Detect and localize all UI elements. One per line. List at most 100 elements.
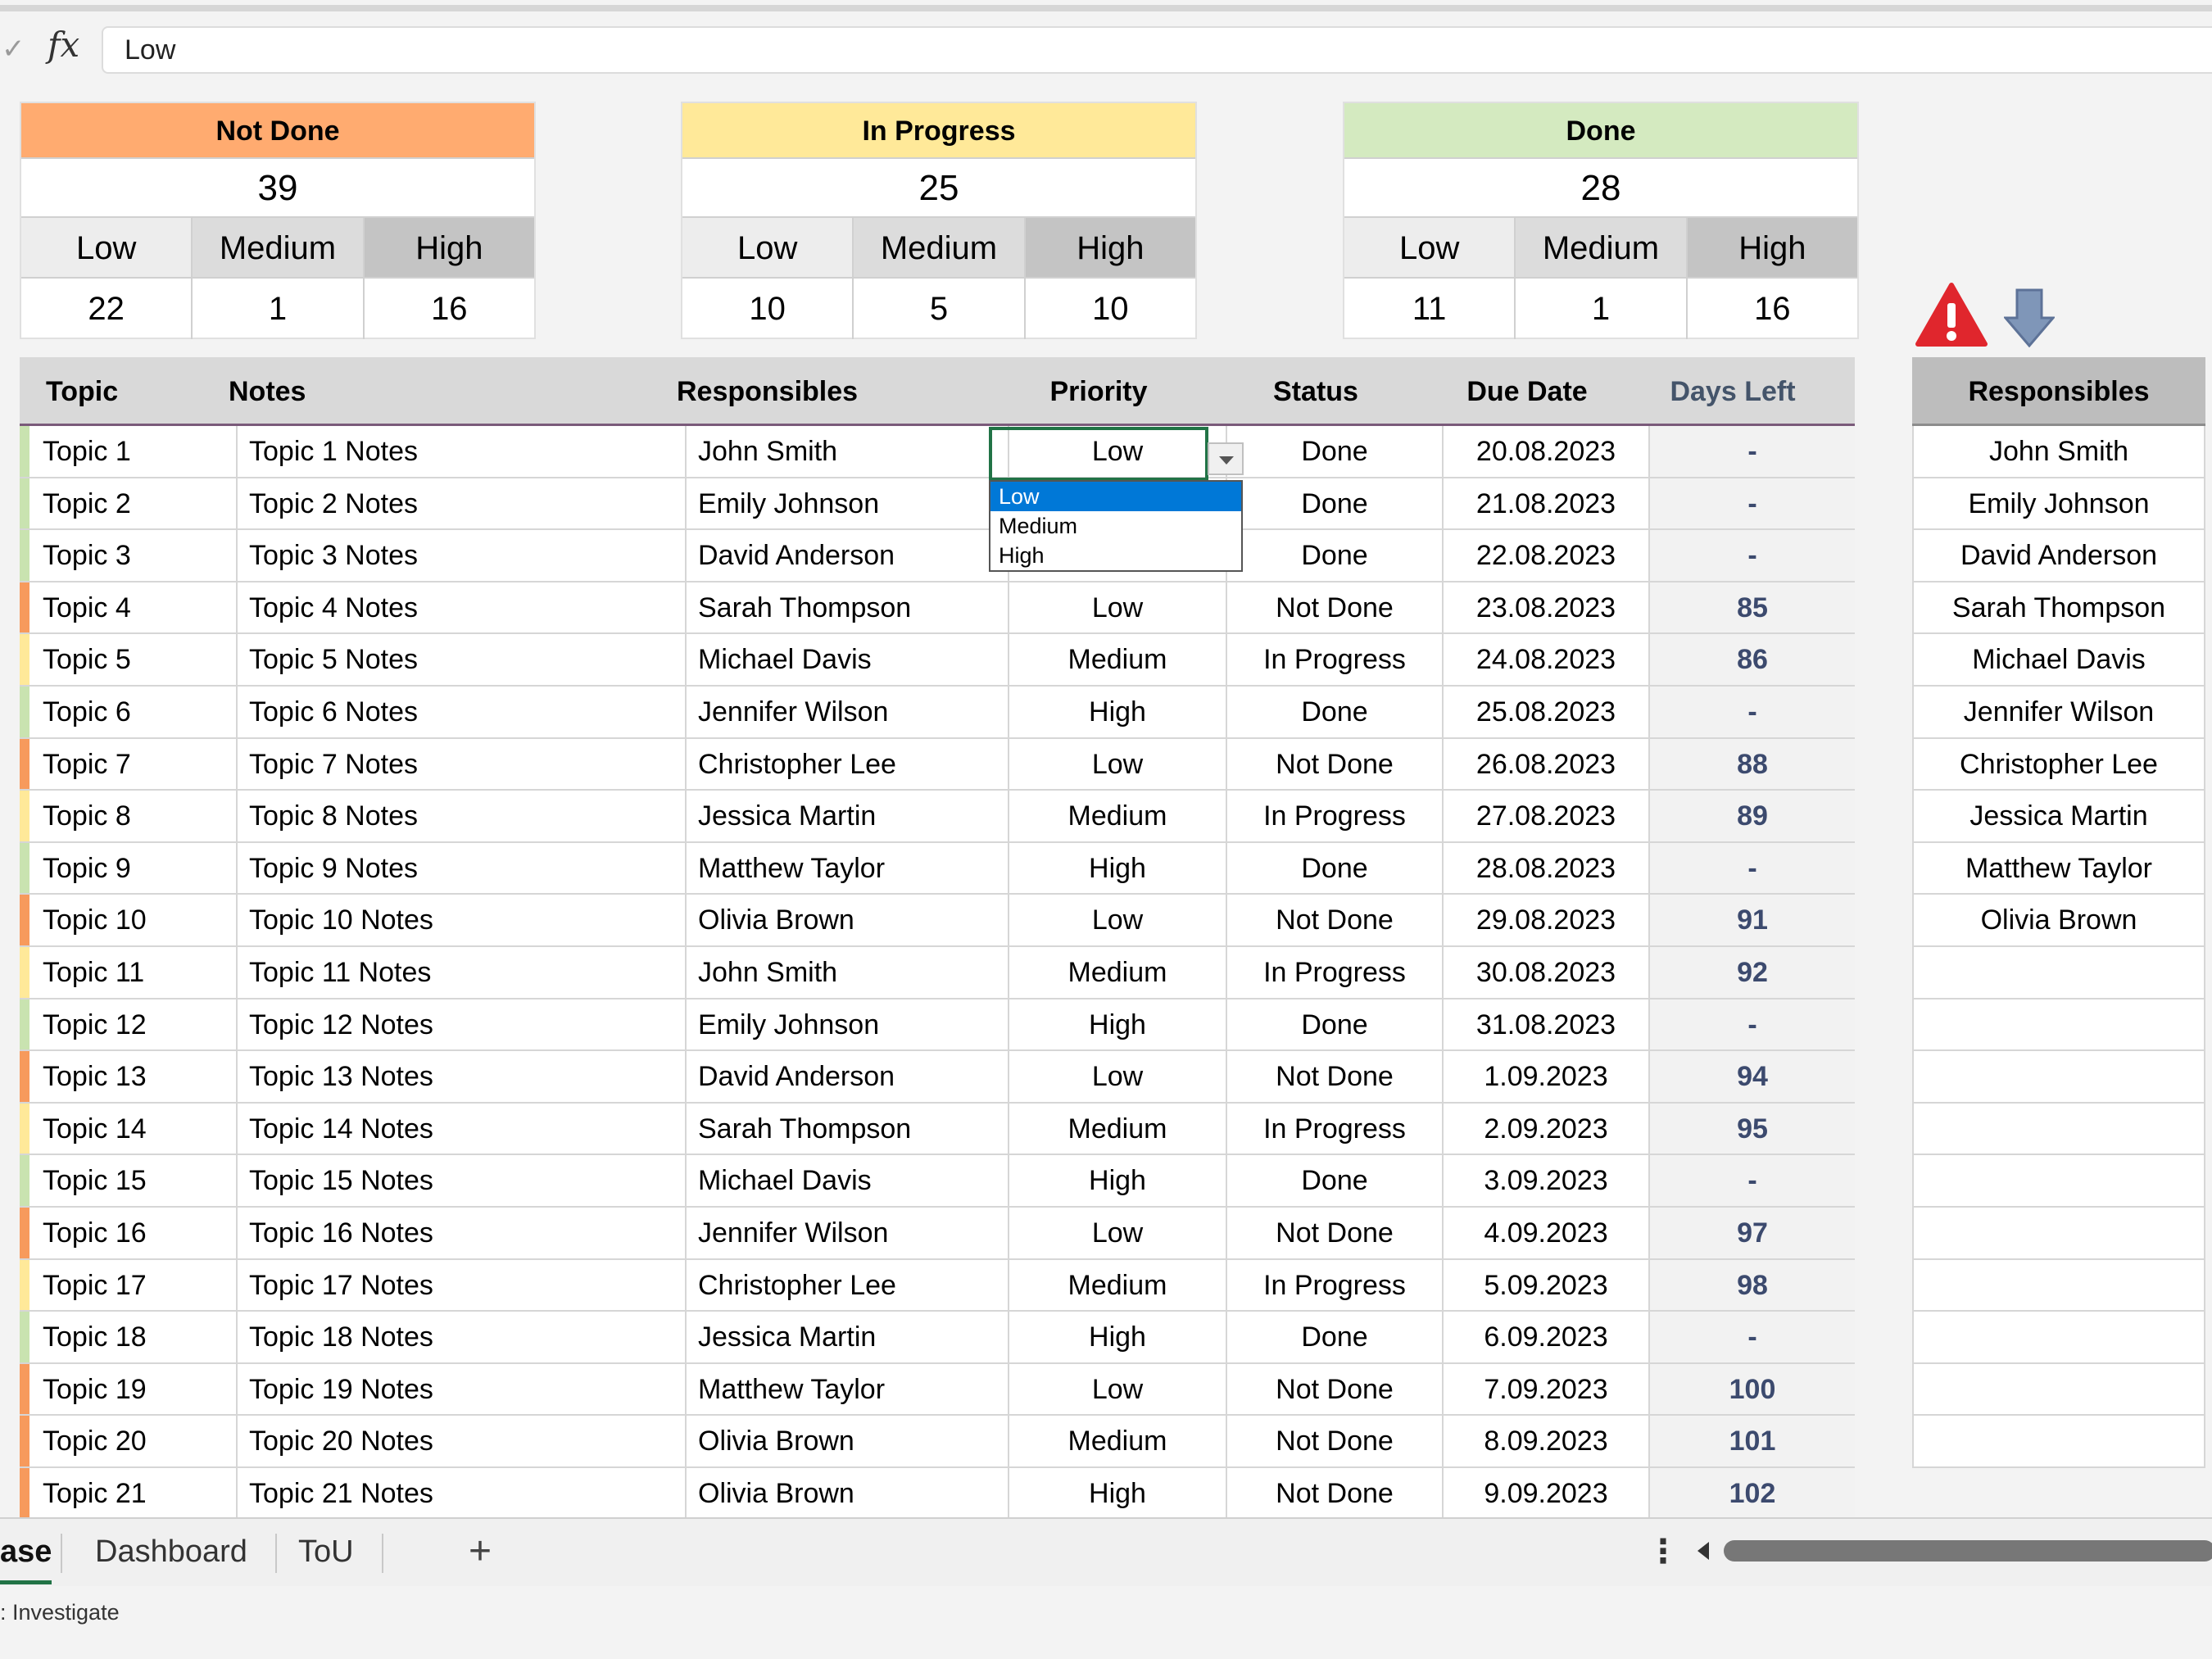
dropdown-option[interactable]: Low [990, 482, 1241, 511]
cell-notes[interactable]: Topic 21 Notes [238, 1467, 687, 1519]
cell-priority[interactable]: High [1009, 1312, 1227, 1362]
cell-status[interactable]: Done [1227, 1155, 1444, 1206]
cell-days-left[interactable]: 85 [1650, 582, 1855, 633]
cell-notes[interactable]: Topic 3 Notes [238, 530, 687, 581]
cell-status[interactable]: Not Done [1227, 1467, 1444, 1519]
priority-dropdown-list[interactable]: Low Medium High [989, 480, 1243, 572]
header-days-left[interactable]: Days Left [1630, 357, 1835, 426]
cell-due-date[interactable]: 5.09.2023 [1444, 1259, 1650, 1311]
cell-status[interactable]: Not Done [1227, 1051, 1444, 1102]
cell-priority[interactable]: Medium [1009, 1103, 1227, 1154]
cell-days-left[interactable]: 98 [1650, 1259, 1855, 1311]
empty-cell[interactable] [1912, 1103, 2205, 1156]
header-status[interactable]: Status [1208, 357, 1424, 426]
cell-days-left[interactable]: - [1650, 530, 1855, 581]
cell-notes[interactable]: Topic 13 Notes [238, 1051, 687, 1102]
cell-priority[interactable]: Medium [1009, 634, 1227, 685]
cell-due-date[interactable]: 6.09.2023 [1444, 1312, 1650, 1362]
cell-days-left[interactable]: 102 [1650, 1467, 1855, 1519]
cell-days-left[interactable]: - [1650, 842, 1855, 894]
cell-notes[interactable]: Topic 15 Notes [238, 1155, 687, 1206]
cell-topic[interactable]: Topic 12 [34, 999, 238, 1050]
sheet-tab-tou[interactable]: ToU [298, 1519, 354, 1584]
add-sheet-button[interactable]: + [469, 1519, 492, 1584]
cell-notes[interactable]: Topic 20 Notes [238, 1416, 687, 1466]
responsible-item[interactable]: Sarah Thompson [1912, 582, 2205, 635]
responsible-item[interactable]: Emily Johnson [1912, 478, 2205, 531]
cell-notes[interactable]: Topic 8 Notes [238, 791, 687, 841]
confirm-icon[interactable]: ✓ [2, 33, 25, 66]
responsible-item[interactable]: Olivia Brown [1912, 895, 2205, 947]
more-options-icon[interactable]: ⋮ [1647, 1519, 1679, 1584]
cell-status[interactable]: In Progress [1227, 634, 1444, 685]
cell-topic[interactable]: Topic 15 [34, 1155, 238, 1206]
responsible-item[interactable]: John Smith [1912, 426, 2205, 478]
responsible-item[interactable]: Christopher Lee [1912, 738, 2205, 791]
cell-due-date[interactable]: 21.08.2023 [1444, 478, 1650, 529]
cell-days-left[interactable]: - [1650, 478, 1855, 529]
cell-topic[interactable]: Topic 16 [34, 1207, 238, 1258]
cell-topic[interactable]: Topic 11 [34, 946, 238, 998]
cell-days-left[interactable]: 91 [1650, 895, 1855, 945]
empty-cell[interactable] [1912, 999, 2205, 1052]
cell-days-left[interactable]: 86 [1650, 634, 1855, 685]
cell-responsible[interactable]: Emily Johnson [687, 478, 1009, 529]
status-text[interactable]: : Investigate [0, 1600, 120, 1625]
cell-notes[interactable]: Topic 11 Notes [238, 946, 687, 998]
cell-topic[interactable]: Topic 18 [34, 1312, 238, 1362]
dropdown-option[interactable]: Medium [990, 511, 1241, 541]
cell-days-left[interactable]: 89 [1650, 791, 1855, 841]
empty-cell[interactable] [1912, 1051, 2205, 1104]
empty-cell[interactable] [1912, 1259, 2205, 1312]
cell-priority[interactable]: High [1009, 842, 1227, 894]
cell-due-date[interactable]: 30.08.2023 [1444, 946, 1650, 998]
cell-due-date[interactable]: 28.08.2023 [1444, 842, 1650, 894]
cell-days-left[interactable]: 100 [1650, 1363, 1855, 1415]
cell-days-left[interactable]: 97 [1650, 1207, 1855, 1258]
cell-priority[interactable]: Low [1009, 1051, 1227, 1102]
cell-topic[interactable]: Topic 5 [34, 634, 238, 685]
cell-responsible[interactable]: Olivia Brown [687, 1416, 1009, 1466]
cell-notes[interactable]: Topic 18 Notes [238, 1312, 687, 1362]
cell-responsible[interactable]: David Anderson [687, 1051, 1009, 1102]
cell-days-left[interactable]: - [1650, 686, 1855, 737]
cell-topic[interactable]: Topic 19 [34, 1363, 238, 1415]
responsible-item[interactable]: David Anderson [1912, 530, 2205, 582]
empty-cell[interactable] [1912, 1363, 2205, 1416]
cell-status[interactable]: In Progress [1227, 1259, 1444, 1311]
cell-responsible[interactable]: Jennifer Wilson [687, 686, 1009, 737]
cell-days-left[interactable]: - [1650, 999, 1855, 1050]
cell-status[interactable]: Done [1227, 999, 1444, 1050]
cell-due-date[interactable]: 31.08.2023 [1444, 999, 1650, 1050]
cell-responsible[interactable]: Olivia Brown [687, 1467, 1009, 1519]
responsible-item[interactable]: Matthew Taylor [1912, 842, 2205, 895]
cell-days-left[interactable]: 101 [1650, 1416, 1855, 1466]
sheet-tab-dashboard[interactable]: Dashboard [95, 1519, 247, 1584]
cell-responsible[interactable]: Emily Johnson [687, 999, 1009, 1050]
cell-priority[interactable]: High [1009, 999, 1227, 1050]
cell-topic[interactable]: Topic 14 [34, 1103, 238, 1154]
cell-status[interactable]: In Progress [1227, 946, 1444, 998]
cell-priority[interactable]: Medium [1009, 946, 1227, 998]
cell-due-date[interactable]: 26.08.2023 [1444, 738, 1650, 790]
empty-cell[interactable] [1912, 1207, 2205, 1260]
cell-due-date[interactable]: 9.09.2023 [1444, 1467, 1650, 1519]
dropdown-arrow-button[interactable] [1208, 442, 1244, 475]
cell-responsible[interactable]: John Smith [687, 946, 1009, 998]
responsible-item[interactable]: Jessica Martin [1912, 791, 2205, 843]
insert-function-icon[interactable]: fx [48, 25, 87, 70]
cell-responsible[interactable]: Michael Davis [687, 1155, 1009, 1206]
cell-priority[interactable]: High [1009, 1467, 1227, 1519]
cell-due-date[interactable]: 4.09.2023 [1444, 1207, 1650, 1258]
cell-status[interactable]: Not Done [1227, 895, 1444, 945]
cell-priority[interactable]: Medium [1009, 1259, 1227, 1311]
cell-notes[interactable]: Topic 6 Notes [238, 686, 687, 737]
cell-status[interactable]: Done [1227, 426, 1444, 477]
cell-due-date[interactable]: 7.09.2023 [1444, 1363, 1650, 1415]
cell-due-date[interactable]: 8.09.2023 [1444, 1416, 1650, 1466]
cell-notes[interactable]: Topic 2 Notes [238, 478, 687, 529]
responsible-item[interactable]: Michael Davis [1912, 634, 2205, 687]
horizontal-scrollbar[interactable] [1724, 1540, 2212, 1562]
cell-due-date[interactable]: 2.09.2023 [1444, 1103, 1650, 1154]
cell-days-left[interactable]: 92 [1650, 946, 1855, 998]
